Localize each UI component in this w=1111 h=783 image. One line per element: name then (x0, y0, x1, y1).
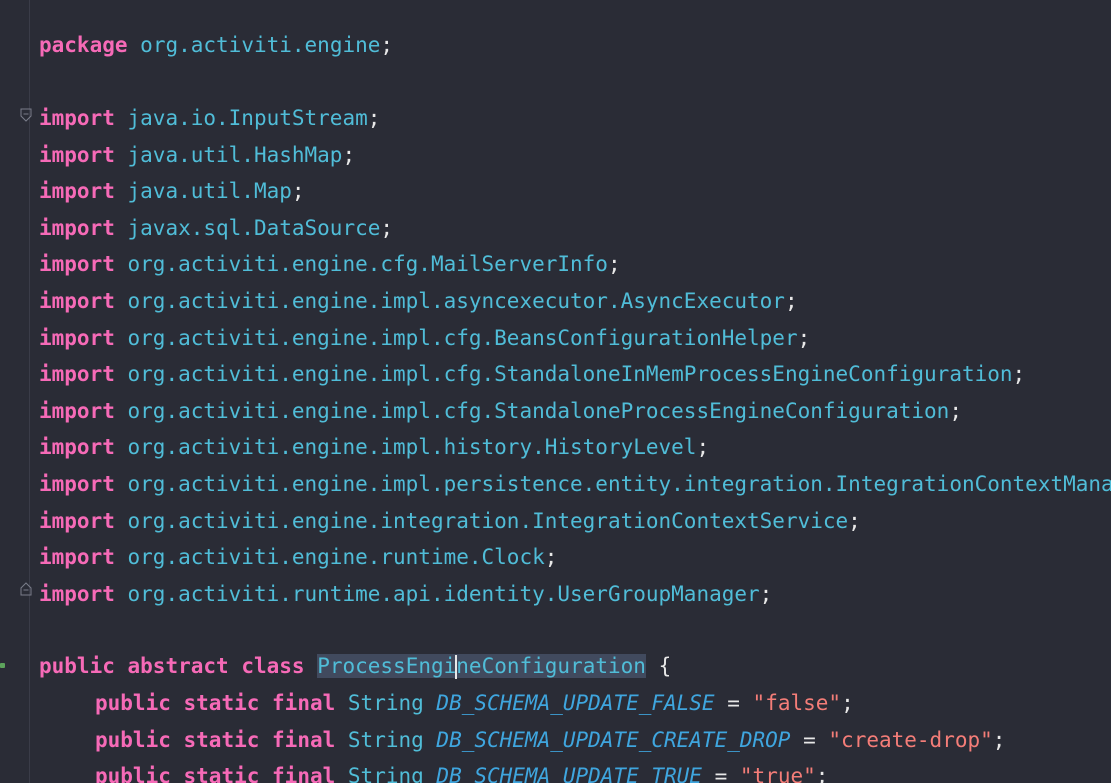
import-path: java.util.HashMap (127, 143, 343, 167)
package-name: org.activiti.engine (140, 33, 381, 57)
class-name-part-1: ProcessEngi (317, 654, 457, 678)
string-literal: "false" (752, 691, 842, 715)
import-keyword: import (39, 326, 115, 350)
code-editor[interactable]: package org.activiti.engine; import java… (0, 0, 1111, 783)
field-type: String (347, 764, 424, 783)
semicolon: ; (380, 33, 394, 57)
semicolon: ; (367, 106, 381, 130)
final-keyword: final (272, 691, 336, 715)
import-keyword: import (39, 289, 115, 313)
semicolon: ; (696, 435, 710, 459)
import-path: org.activiti.engine.impl.history.History… (127, 435, 697, 459)
static-keyword: static (183, 764, 260, 783)
package-keyword: package (39, 33, 128, 57)
semicolon: ; (380, 216, 394, 240)
public-keyword: public (39, 654, 115, 678)
import-path: org.activiti.engine.impl.cfg.StandaloneP… (127, 399, 950, 423)
open-brace: { (658, 654, 672, 678)
import-line: import org.activiti.engine.runtime.Clock… (39, 542, 557, 572)
public-keyword: public (95, 764, 171, 783)
import-path: org.activiti.engine.integration.Integrat… (127, 509, 849, 533)
semicolon: ; (797, 326, 811, 350)
field-line: public static final String DB_SCHEMA_UPD… (95, 761, 828, 783)
semicolon: ; (544, 545, 558, 569)
semicolon: ; (848, 509, 861, 533)
import-line: import org.activiti.engine.impl.persiste… (39, 469, 1111, 499)
field-name: DB_SCHEMA_UPDATE_CREATE_DROP (436, 728, 791, 752)
semicolon: ; (759, 582, 773, 606)
string-literal: "true" (739, 764, 816, 783)
semicolon: ; (815, 764, 829, 783)
class-declaration-line: public abstract class ProcessEngineConfi… (39, 651, 671, 681)
field-name: DB_SCHEMA_UPDATE_TRUE (436, 764, 702, 783)
import-keyword: import (39, 509, 115, 533)
semicolon: ; (1012, 362, 1026, 386)
equals-sign: = (803, 728, 816, 752)
class-keyword: class (241, 654, 305, 678)
import-keyword: import (39, 179, 115, 203)
import-path: javax.sql.DataSource (127, 216, 381, 240)
semicolon: ; (784, 289, 798, 313)
import-path: java.io.InputStream (127, 106, 368, 130)
import-path: org.activiti.engine.impl.asyncexecutor.A… (127, 289, 785, 313)
import-path: org.activiti.engine.runtime.Clock (127, 545, 545, 569)
field-line: public static final String DB_SCHEMA_UPD… (95, 688, 854, 718)
import-line: import java.util.Map; (39, 176, 305, 206)
static-keyword: static (183, 691, 260, 715)
import-keyword: import (39, 435, 115, 459)
equals-sign: = (727, 691, 740, 715)
vcs-change-marker[interactable] (0, 663, 5, 668)
import-keyword: import (39, 399, 115, 423)
semicolon: ; (291, 179, 305, 203)
import-line: import org.activiti.engine.impl.cfg.Stan… (39, 396, 962, 426)
import-keyword: import (39, 362, 115, 386)
import-keyword: import (39, 472, 115, 496)
import-keyword: import (39, 143, 115, 167)
import-line: import java.util.HashMap; (39, 140, 355, 170)
import-keyword: import (39, 216, 115, 240)
public-keyword: public (95, 728, 171, 752)
import-line: import org.activiti.engine.impl.history.… (39, 432, 709, 462)
import-path: org.activiti.engine.impl.cfg.BeansConfig… (127, 326, 798, 350)
semicolon: ; (949, 399, 962, 423)
final-keyword: final (272, 728, 336, 752)
import-line: import org.activiti.engine.cfg.MailServe… (39, 249, 621, 279)
import-keyword: import (39, 106, 115, 130)
import-keyword: import (39, 252, 115, 276)
string-literal: "create-drop" (828, 728, 993, 752)
import-line: import org.activiti.engine.integration.I… (39, 506, 861, 536)
class-name-part-2: neConfiguration (456, 654, 646, 678)
fold-end-icon[interactable] (19, 582, 33, 596)
import-path: org.activiti.engine.impl.persistence.ent… (127, 472, 1111, 496)
field-line: public static final String DB_SCHEMA_UPD… (95, 725, 1005, 755)
semicolon: ; (607, 252, 621, 276)
public-keyword: public (95, 691, 171, 715)
import-line: import org.activiti.runtime.api.identity… (39, 579, 772, 609)
final-keyword: final (272, 764, 336, 783)
import-line: import org.activiti.engine.impl.cfg.Bean… (39, 323, 810, 353)
import-path: java.util.Map (127, 179, 292, 203)
import-line: import org.activiti.engine.impl.asyncexe… (39, 286, 798, 316)
import-keyword: import (39, 545, 115, 569)
semicolon: ; (992, 728, 1006, 752)
field-name: DB_SCHEMA_UPDATE_FALSE (436, 691, 715, 715)
import-line: import javax.sql.DataSource; (39, 213, 393, 243)
field-type: String (347, 691, 424, 715)
import-path: org.activiti.engine.impl.cfg.StandaloneI… (127, 362, 1013, 386)
field-type: String (347, 728, 424, 752)
import-keyword: import (39, 582, 115, 606)
equals-sign: = (714, 764, 728, 783)
static-keyword: static (183, 728, 260, 752)
semicolon: ; (342, 143, 356, 167)
import-path: org.activiti.engine.cfg.MailServerInfo (127, 252, 608, 276)
import-line: import org.activiti.engine.impl.cfg.Stan… (39, 359, 1025, 389)
editor-gutter[interactable] (0, 0, 33, 783)
import-line: import java.io.InputStream; (39, 103, 380, 133)
fold-start-icon[interactable] (19, 108, 33, 122)
package-line: package org.activiti.engine; (39, 30, 393, 60)
import-path: org.activiti.runtime.api.identity.UserGr… (127, 582, 760, 606)
semicolon: ; (841, 691, 854, 715)
abstract-keyword: abstract (127, 654, 229, 678)
class-name-highlighted[interactable]: ProcessEngineConfiguration (317, 654, 646, 679)
